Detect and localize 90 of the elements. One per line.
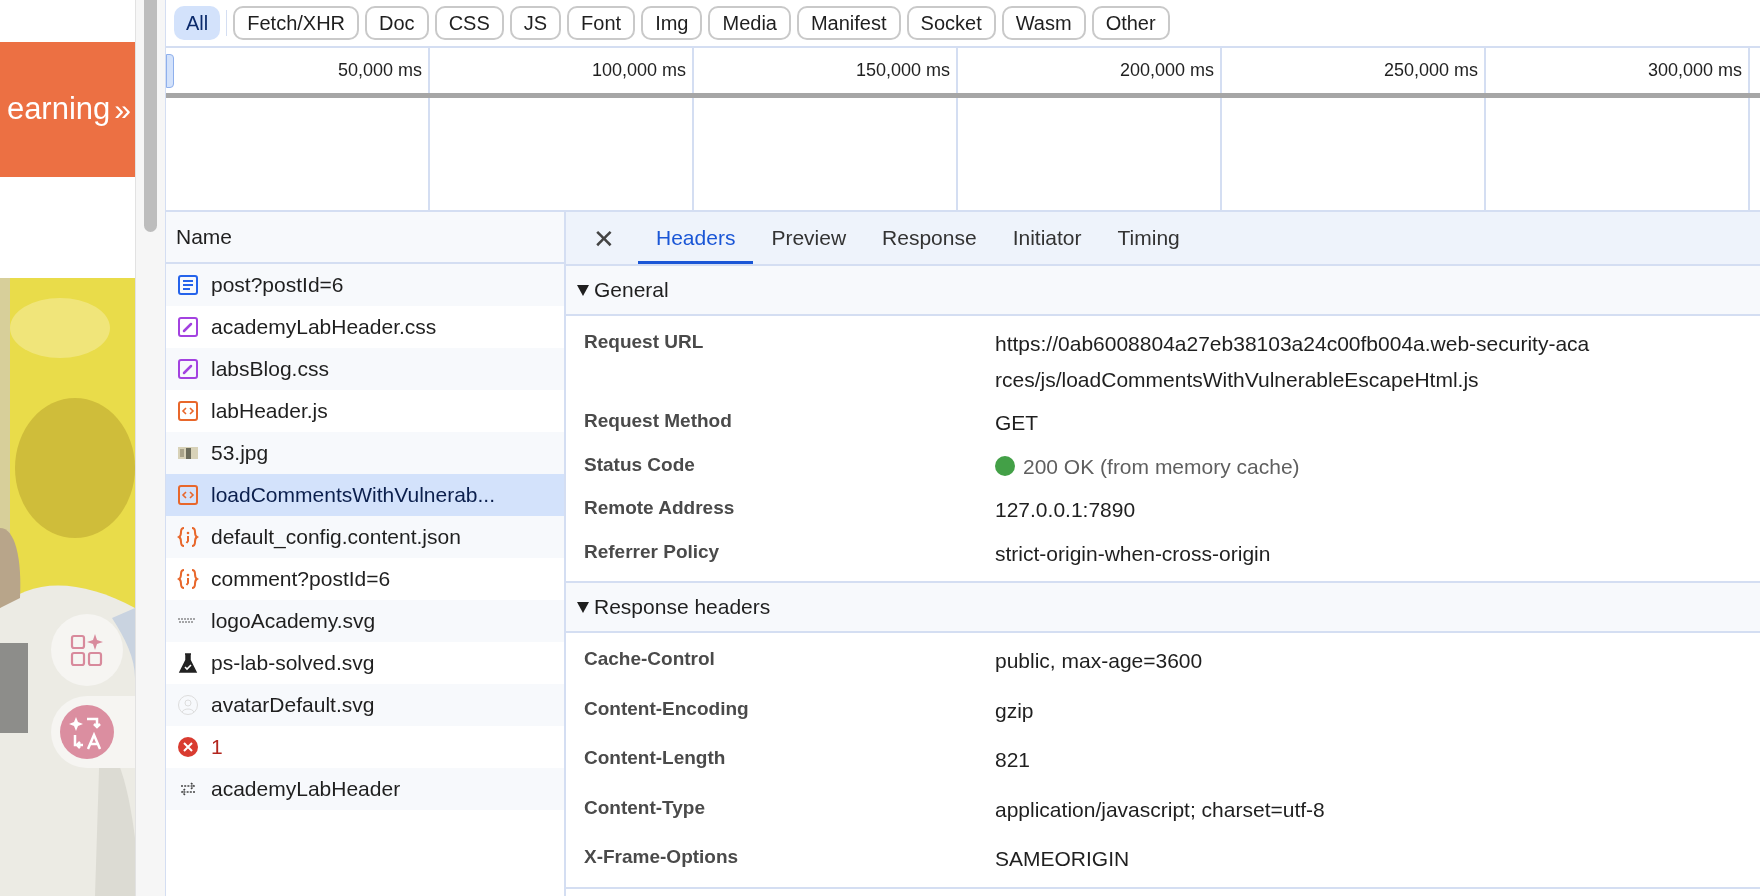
timeline-tick-label: 150,000 ms (855, 59, 950, 82)
request-name: labsBlog.css (211, 356, 329, 383)
request-name: academyLabHeader (211, 776, 401, 803)
scrollbar-thumb[interactable] (144, 0, 157, 232)
header-label: Cache-Control (584, 648, 715, 669)
document-icon (177, 274, 199, 296)
request-name: post?postId=6 (211, 272, 344, 299)
header-value: public, max-age=3600 (995, 648, 1203, 674)
banner-text: earning (6, 90, 111, 129)
stylesheet-icon (177, 316, 199, 338)
request-name: 53.jpg (211, 440, 269, 467)
json-icon (177, 568, 199, 590)
section-header[interactable]: General (566, 266, 1760, 316)
header-value: application/javascript; charset=utf-8 (995, 796, 1325, 823)
script-icon (177, 484, 199, 506)
header-label: Content-Length (584, 747, 726, 768)
filter-chip[interactable]: Fetch/XHR (233, 6, 360, 40)
header-value: GET (995, 410, 1039, 436)
header-label: Referrer Policy (584, 540, 720, 562)
filter-chip[interactable]: Font (567, 6, 636, 40)
details-tab[interactable]: Preview (753, 214, 865, 264)
stylesheet-icon (177, 358, 199, 380)
translate-icon (60, 705, 114, 759)
filter-chip[interactable]: All (174, 6, 221, 40)
timeline-handle[interactable] (166, 54, 174, 88)
header-label: X-Frame-Options (584, 846, 739, 867)
header-label: Status Code (584, 453, 695, 475)
disclosure-triangle-icon (576, 283, 590, 297)
column-header[interactable]: Name (176, 221, 233, 253)
script-icon (177, 400, 199, 422)
header-label: Request Method (584, 410, 732, 431)
request-name: loadCommentsWithVulnerab... (211, 482, 495, 509)
request-name: comment?postId=6 (211, 566, 391, 593)
header-value: 821 (995, 747, 1031, 773)
section-title: General (594, 277, 669, 304)
request-name: academyLabHeader.css (211, 314, 437, 341)
json-icon (177, 526, 199, 548)
header-label: Content-Encoding (584, 697, 749, 719)
timeline-tick-label: 50,000 ms (337, 59, 422, 82)
apps-sparkle-icon (69, 632, 105, 668)
request-name: avatarDefault.svg (211, 692, 375, 719)
header-value: 127.0.0.1:7890 (995, 497, 1136, 523)
chevron-icon: » (114, 87, 131, 132)
request-name: labHeader.js (211, 398, 328, 425)
filter-chip[interactable]: Wasm (1001, 6, 1086, 40)
timeline-tick-label: 200,000 ms (1119, 59, 1214, 82)
close-button[interactable]: ✕ (588, 214, 620, 264)
request-name: 1 (211, 734, 223, 761)
timeline-tick-label: 300,000 ms (1647, 59, 1742, 82)
header-label: Content-Type (584, 796, 706, 818)
filter-chip[interactable]: Doc (365, 6, 429, 40)
logo-thumbnail-icon (177, 618, 197, 624)
timeline-tick-label: 100,000 ms (591, 59, 686, 82)
filter-chip[interactable]: JS (509, 6, 562, 40)
section-title: Response headers (594, 594, 771, 621)
header-label: Remote Address (584, 497, 735, 518)
translate-button[interactable] (51, 696, 135, 768)
request-row[interactable]: logoAcademy.svg (166, 600, 564, 642)
request-name: ps-lab-solved.svg (211, 650, 375, 677)
request-name: logoAcademy.svg (211, 608, 376, 635)
request-row[interactable]: loadCommentsWithVulnerab... (166, 474, 564, 516)
filter-chip[interactable]: Socket (906, 6, 996, 40)
request-row[interactable]: 53.jpg (166, 432, 564, 474)
filter-chip[interactable]: Media (708, 6, 791, 40)
header-value: strict-origin-when-cross-origin (995, 540, 1271, 567)
details-tab[interactable]: Initiator (994, 214, 1100, 264)
details-tab[interactable]: Timing (1099, 214, 1198, 264)
filter-chip[interactable]: Manifest (796, 6, 901, 40)
request-row[interactable]: academyLabHeader (166, 768, 564, 810)
request-row[interactable]: default_config.content.json (166, 516, 564, 558)
flask-icon (177, 652, 199, 674)
request-row[interactable]: post?postId=6 (166, 264, 564, 306)
header-value: 200 OK (from memory cache) (1023, 453, 1300, 480)
filter-chip[interactable]: Other (1091, 6, 1170, 40)
disclosure-triangle-icon (576, 600, 590, 614)
details-tab[interactable]: Response (864, 214, 995, 264)
request-row[interactable]: labsBlog.css (166, 348, 564, 390)
header-value: gzip (995, 697, 1034, 724)
header-value: https://0ab6008804a27eb38103a24c00fb004a.web-security-aca (995, 331, 1590, 357)
request-name: default_config.content.json (211, 524, 461, 551)
header-value: SAMEORIGIN (995, 846, 1130, 872)
header-label: Request URL (584, 331, 704, 352)
timeline-tick-label: 250,000 ms (1383, 59, 1478, 82)
header-value: rces/js/loadCommentsWithVulnerableEscapeHtml.js (995, 366, 1479, 393)
error-icon (177, 736, 199, 758)
avatar-icon (177, 694, 199, 716)
filter-chip[interactable]: Img (641, 6, 703, 40)
request-row[interactable]: avatarDefault.svg (166, 684, 564, 726)
filter-chip[interactable]: CSS (434, 6, 504, 40)
section-header[interactable]: Response headers (566, 583, 1760, 633)
